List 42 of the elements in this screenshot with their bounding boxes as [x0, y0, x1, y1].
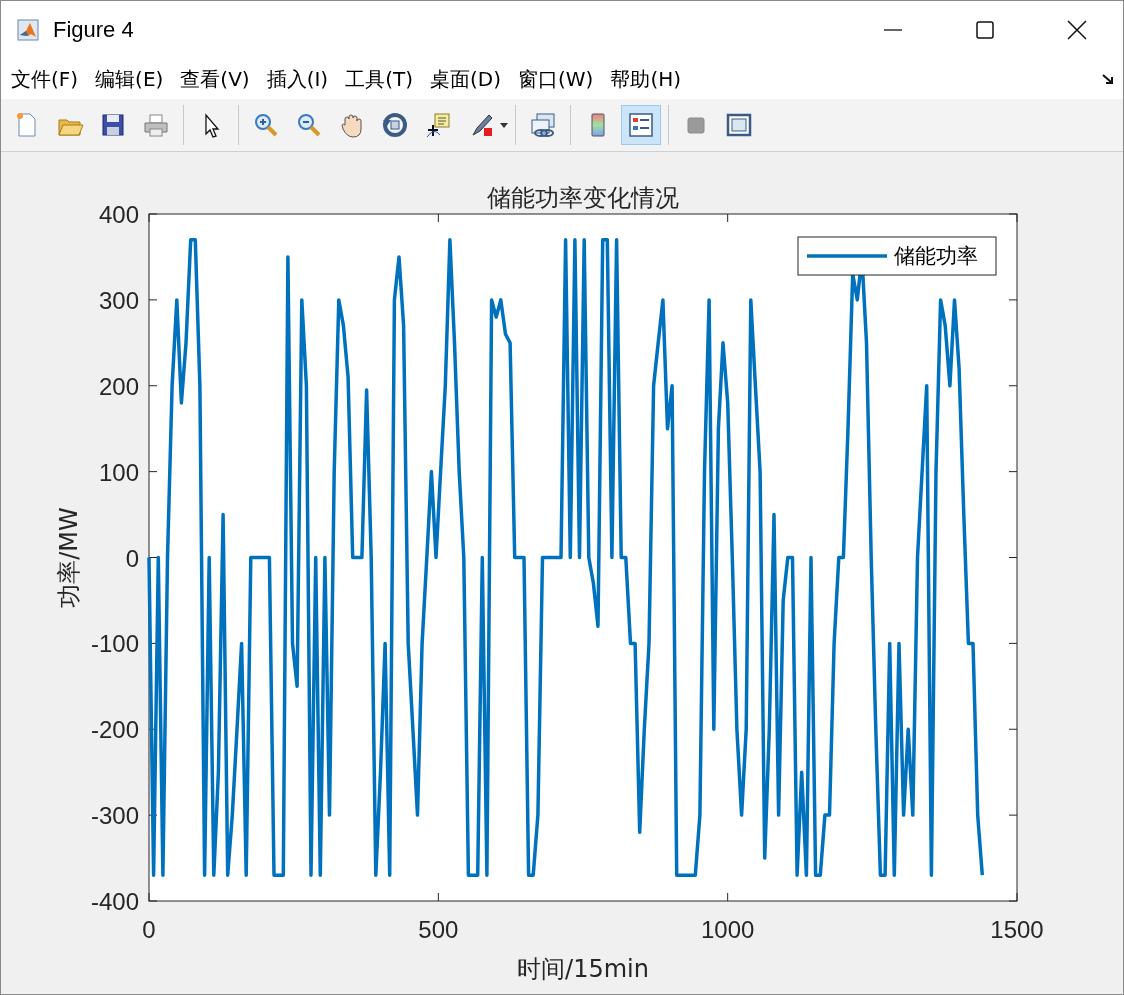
- x-tick-label: 1500: [990, 916, 1044, 943]
- rotate-icon: [381, 111, 409, 139]
- menu-item[interactable]: 桌面(D): [430, 65, 501, 93]
- y-axis-label: 功率/MW: [55, 507, 83, 608]
- menu-item[interactable]: 窗口(W): [518, 65, 594, 93]
- y-tick-label: 0: [125, 544, 139, 572]
- menu-item[interactable]: 工具(T): [345, 65, 413, 93]
- zoom-out-icon: [295, 111, 323, 139]
- x-tick-label: 0: [142, 916, 156, 943]
- printer-icon: [142, 111, 170, 139]
- x-axis-label: 时间/15min: [517, 955, 649, 983]
- y-tick-label: -400: [90, 888, 139, 915]
- y-tick-label: 300: [98, 286, 139, 314]
- menu-item[interactable]: 文件(F): [11, 65, 79, 93]
- menu-item[interactable]: 帮助(H): [610, 65, 682, 93]
- data-tip-icon: [424, 111, 452, 139]
- chart-title: 储能功率变化情况: [487, 184, 679, 212]
- app-icon: [17, 19, 39, 41]
- zoom-in-icon: [252, 111, 280, 139]
- window-frame-icon: [725, 111, 753, 139]
- x-tick-label: 1000: [700, 916, 755, 943]
- linked-plots-icon: [529, 111, 557, 139]
- legend-label: 储能功率: [894, 244, 978, 268]
- y-tick-label: -200: [90, 716, 139, 744]
- close-icon: [1067, 20, 1087, 40]
- legend-icon: [627, 111, 655, 139]
- save-icon: [99, 111, 127, 139]
- x-tick-label: 500: [418, 916, 459, 943]
- maximize-icon: [976, 21, 994, 39]
- y-tick-label: 400: [98, 201, 139, 228]
- y-tick-label: 100: [98, 458, 139, 486]
- y-tick-label: -300: [90, 802, 139, 830]
- legend-button[interactable]: [621, 105, 661, 145]
- minimize-icon: [884, 29, 902, 31]
- y-tick-label: -100: [90, 630, 139, 658]
- dropdown-arrow-icon[interactable]: [500, 122, 508, 128]
- y-tick-label: 200: [98, 372, 139, 400]
- menu-item[interactable]: 编辑(E): [95, 65, 164, 93]
- menu-item[interactable]: 插入(I): [266, 65, 329, 93]
- dock-arrow-icon[interactable]: [1101, 73, 1115, 85]
- menu-item[interactable]: 查看(V): [180, 65, 250, 93]
- window-title: Figure 4: [53, 17, 134, 43]
